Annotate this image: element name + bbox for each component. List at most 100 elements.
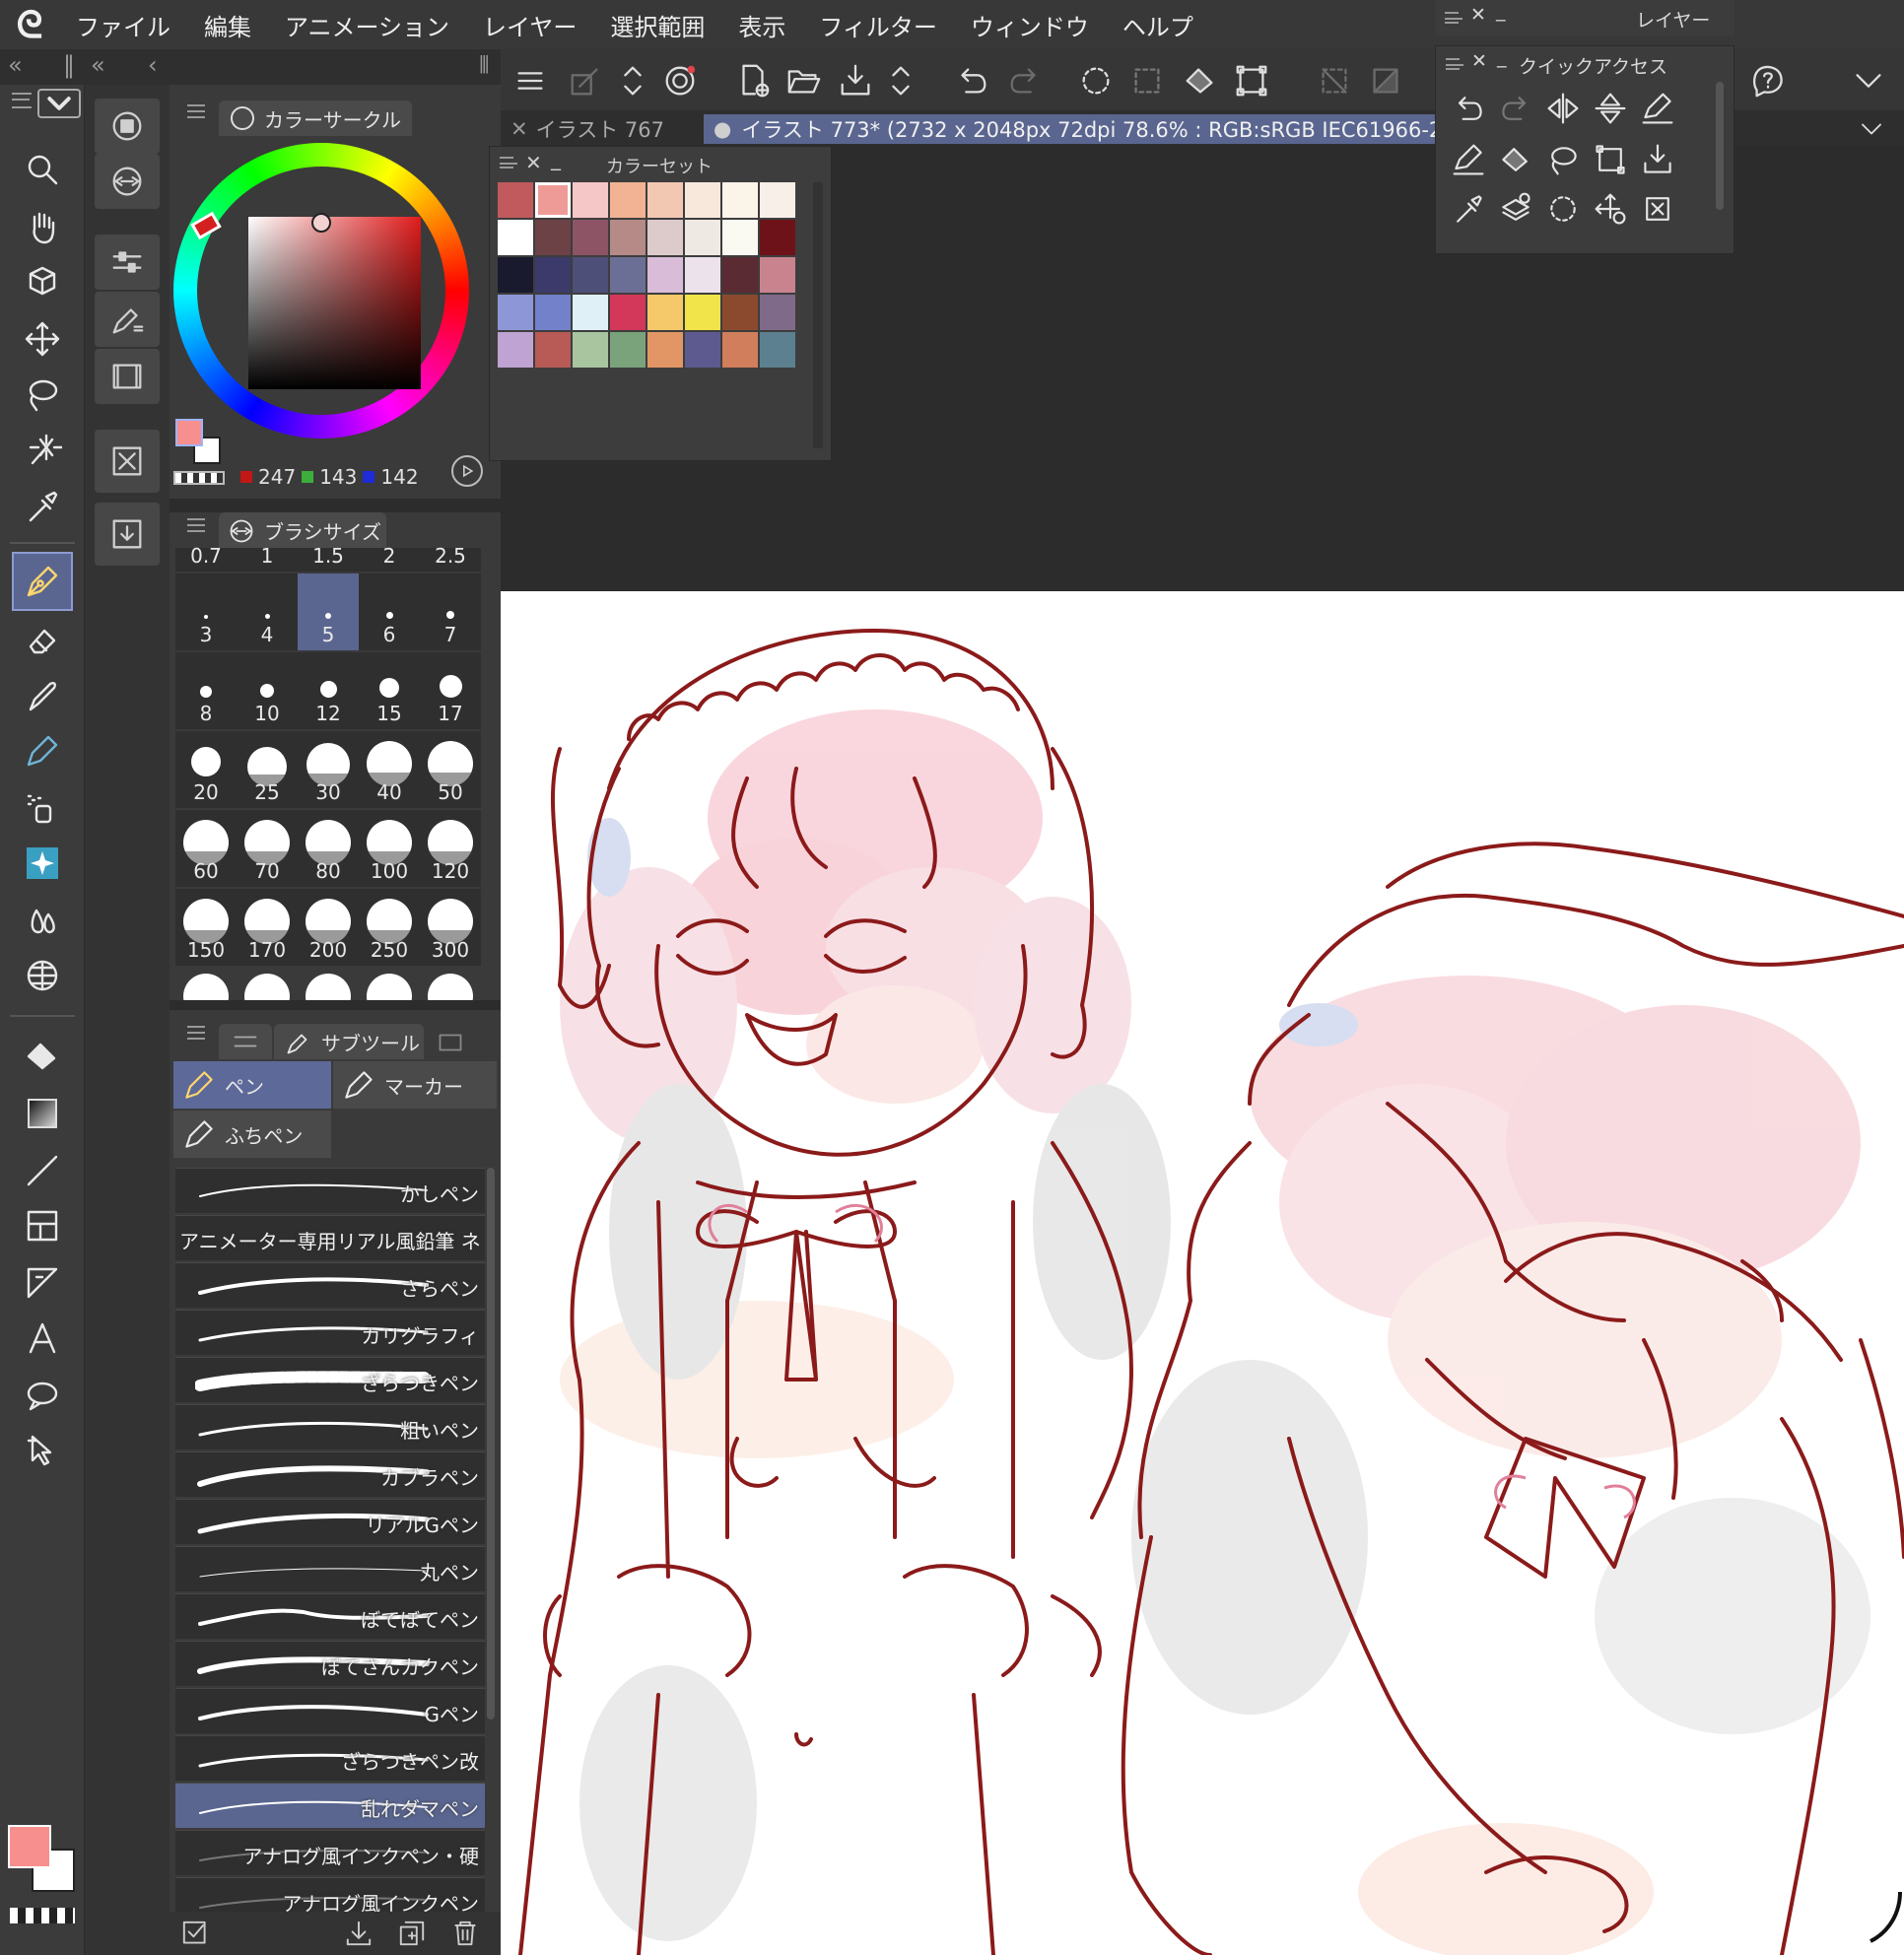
collapse-left-icon[interactable]: « [91,51,105,79]
brush-size-dot[interactable] [306,974,351,1000]
menu-button[interactable] [509,59,552,102]
redo-button[interactable] [1003,59,1047,102]
balloon-tool[interactable] [12,1366,73,1425]
subtool-tab[interactable]: サブツール [274,1024,424,1059]
color-swatch[interactable] [610,220,646,255]
brush-list-item[interactable]: 丸ペン [175,1546,485,1591]
menu-layer[interactable]: レイヤー [466,8,593,42]
brush-size-tab[interactable]: ブラシサイズ [219,512,386,548]
color-swatch[interactable] [647,295,683,330]
qa-redo[interactable] [1493,86,1538,131]
color-swatch[interactable] [498,332,533,368]
close-icon[interactable]: ✕ [1471,50,1487,72]
close-icon[interactable]: ✕ [1470,4,1486,26]
tool-property-tab[interactable] [219,1024,272,1059]
color-swatch[interactable] [760,182,795,218]
qa-export[interactable] [1635,137,1680,182]
minimize-icon[interactable]: _ [551,147,561,170]
menu-help[interactable]: ヘルプ [1106,8,1210,42]
transparent-color-swatch[interactable] [10,1908,75,1923]
qa-fill[interactable] [1493,137,1538,182]
blend-tool[interactable] [12,891,73,950]
brush-size-option[interactable]: 200 [298,889,359,966]
export-panel-button[interactable] [95,503,160,566]
new-document-button[interactable] [731,59,775,102]
brush-list-item[interactable]: ぼてさんカクペン [175,1641,485,1686]
quick-access-scrollbar[interactable] [1716,82,1724,210]
qa-pen[interactable] [1635,86,1680,131]
color-swatch[interactable] [722,220,758,255]
brush-size-option[interactable]: 2 [359,544,420,572]
color-mode-button[interactable] [451,455,483,487]
duplicate-icon[interactable] [396,1918,428,1949]
resize-handle-icon[interactable] [1870,1891,1902,1943]
decoration-tool[interactable] [12,721,73,780]
menu-icon[interactable] [1446,58,1463,70]
collapse-left-icon[interactable]: « [8,51,23,79]
sparkle-tool[interactable] [12,834,73,893]
color-picker-cursor[interactable] [311,213,331,233]
menu-window[interactable]: ウィンドウ [954,8,1106,42]
brush-list-item[interactable]: アニメーター専用リアル風鉛筆 ネ [175,1215,485,1260]
color-swatch[interactable] [685,220,720,255]
menu-icon[interactable] [187,518,205,532]
brush-list-item[interactable]: Gペン [175,1688,485,1733]
brush-list-item[interactable]: 粗いペン [175,1404,485,1449]
brush-size-option[interactable]: 7 [420,573,481,650]
palette-dropdown[interactable] [37,89,81,118]
minimize-icon[interactable]: _ [1497,46,1507,68]
brush-size-dot[interactable] [183,974,229,1000]
color-swatch[interactable] [610,332,646,368]
layer-window-collapsed[interactable]: ✕ _ レイヤー [1435,0,1734,35]
undo-button[interactable] [950,59,993,102]
menu-view[interactable]: 表示 [721,8,802,42]
menu-icon[interactable] [500,157,517,169]
color-swatch[interactable] [573,182,608,218]
quick-access-titlebar[interactable]: ✕ _ クイックアクセス [1436,46,1734,80]
color-swatch[interactable] [760,295,795,330]
invert-selection-button[interactable] [1364,59,1407,102]
save-options-button[interactable] [879,59,922,102]
brush-size-option[interactable]: 80 [298,810,359,887]
brush-size-option[interactable]: 8 [175,652,237,729]
color-swatch[interactable] [535,182,571,218]
app-logo-icon[interactable]: ᘓ [0,0,59,49]
color-swatch[interactable] [722,257,758,293]
close-panel-button[interactable] [95,430,160,493]
brush-size-option[interactable]: 0.7 [175,544,237,572]
brush-size-option[interactable]: 60 [175,810,237,887]
brush-size-option[interactable]: 25 [237,731,298,808]
select-all-button[interactable] [1074,59,1118,102]
qa-eyedropper[interactable] [1446,186,1491,232]
qa-brush[interactable] [1446,137,1491,182]
minimize-icon[interactable]: _ [1496,0,1506,22]
brush-tool[interactable] [12,666,73,725]
qa-select-all[interactable] [1540,186,1586,232]
qa-flip-vertical[interactable] [1588,86,1633,131]
brush-list-item[interactable]: ざらつきペン [175,1357,485,1402]
grip-icon[interactable]: ⦀ [479,51,490,79]
color-swatch[interactable] [498,257,533,293]
color-swatch[interactable] [610,182,646,218]
main-color-swatch[interactable] [175,419,203,446]
brush-list-item[interactable]: ざらつきペン改 [175,1735,485,1781]
qa-undo[interactable] [1446,86,1491,131]
airbrush-tool[interactable] [12,778,73,838]
color-swatch[interactable] [647,257,683,293]
color-circle-tab[interactable]: カラーサークル [219,101,412,136]
collapse-bar-button[interactable] [1847,59,1890,102]
brush-size-option[interactable]: 30 [298,731,359,808]
zoom-tool[interactable] [12,140,73,199]
fill-tool[interactable] [12,1027,73,1086]
operation-tool[interactable] [12,1421,73,1480]
brush-size-option[interactable]: 70 [237,810,298,887]
color-panel-button[interactable] [95,99,160,154]
cloud-button[interactable] [658,59,702,102]
color-swatch[interactable] [573,295,608,330]
color-swatch[interactable] [498,295,533,330]
qa-new-layer[interactable] [1493,186,1538,232]
color-swatch[interactable] [535,257,571,293]
color-swatch[interactable] [573,257,608,293]
color-swatch[interactable] [722,295,758,330]
figure-tool[interactable] [12,1141,73,1200]
